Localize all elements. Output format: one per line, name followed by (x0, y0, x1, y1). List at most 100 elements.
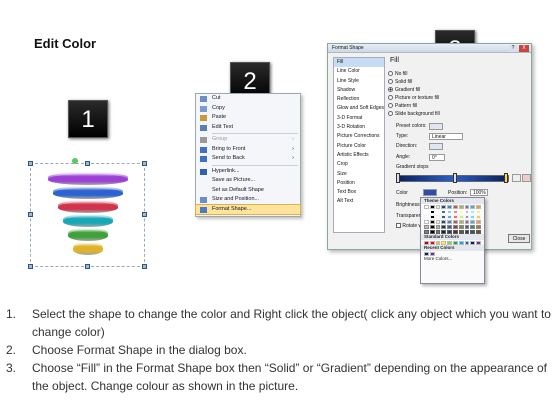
menu-item-group[interactable]: Group › (196, 135, 300, 145)
category-item[interactable]: Fill (334, 58, 384, 68)
funnel-tier[interactable] (52, 186, 123, 199)
color-swatch[interactable] (476, 220, 481, 224)
resize-handle[interactable] (142, 264, 147, 269)
category-item[interactable]: Line Color (334, 67, 384, 76)
color-swatch[interactable] (464, 220, 470, 224)
color-swatch[interactable] (452, 205, 458, 209)
color-swatch[interactable] (429, 225, 435, 229)
menu-item-paste[interactable]: Paste (196, 113, 300, 123)
color-swatch[interactable] (464, 241, 470, 245)
color-swatch[interactable] (429, 230, 435, 234)
radio-button[interactable] (388, 103, 393, 109)
color-swatch[interactable] (435, 205, 441, 209)
fill-option[interactable]: Picture or texture fill (388, 95, 439, 102)
funnel-tier[interactable] (67, 228, 108, 241)
color-swatch[interactable] (458, 241, 464, 245)
color-swatch[interactable] (452, 210, 458, 214)
category-item[interactable]: Picture Color (334, 142, 384, 151)
color-dropdown[interactable] (423, 189, 437, 196)
color-swatch[interactable] (441, 230, 447, 234)
color-swatch[interactable] (452, 215, 458, 219)
radio-button[interactable] (388, 71, 393, 77)
rotate-checkbox[interactable] (396, 223, 401, 229)
category-item[interactable]: Alt Text (334, 197, 384, 206)
color-swatch[interactable] (470, 210, 476, 214)
type-dropdown[interactable]: Linear (429, 133, 463, 140)
color-swatch[interactable] (435, 225, 441, 229)
color-swatch[interactable] (476, 230, 481, 234)
color-swatch[interactable] (464, 225, 470, 229)
fill-option[interactable]: Solid fill (388, 79, 412, 86)
radio-button[interactable] (388, 87, 393, 93)
position-input[interactable]: 100% (470, 189, 488, 196)
color-swatch[interactable] (458, 210, 464, 214)
color-swatch[interactable] (458, 220, 464, 224)
resize-handle[interactable] (28, 212, 33, 217)
color-swatch[interactable] (429, 210, 435, 214)
color-swatch[interactable] (476, 205, 481, 209)
resize-handle[interactable] (142, 161, 147, 166)
menu-item-hyperlink[interactable]: Hyperlink... (196, 167, 300, 177)
color-swatch[interactable] (429, 205, 435, 209)
color-swatch[interactable] (470, 225, 476, 229)
gradient-stop-handle[interactable] (504, 173, 508, 183)
color-swatch[interactable] (441, 225, 447, 229)
category-item[interactable]: Artistic Effects (334, 151, 384, 160)
color-swatch[interactable] (435, 210, 441, 214)
funnel-tier[interactable] (62, 214, 113, 227)
close-button[interactable]: Close (508, 234, 530, 243)
color-swatch[interactable] (424, 220, 429, 224)
color-swatch[interactable] (464, 205, 470, 209)
category-item[interactable]: Text Box (334, 188, 384, 197)
funnel-tier[interactable] (57, 200, 118, 213)
color-swatch[interactable] (464, 215, 470, 219)
radio-button[interactable] (388, 79, 393, 85)
color-swatch[interactable] (424, 210, 429, 214)
color-swatch[interactable] (476, 241, 481, 245)
fill-option[interactable]: Gradient fill (388, 87, 420, 94)
category-item[interactable]: Position (334, 179, 384, 188)
color-swatch[interactable] (424, 225, 429, 229)
color-swatch[interactable] (452, 220, 458, 224)
add-stop-button[interactable] (512, 174, 521, 182)
category-item[interactable]: 3-D Format (334, 114, 384, 123)
radio-button[interactable] (388, 111, 393, 117)
color-swatch[interactable] (447, 220, 452, 224)
gradient-stop-handle[interactable] (396, 173, 400, 183)
color-swatch[interactable] (447, 215, 452, 219)
funnel-tier[interactable] (47, 172, 128, 185)
menu-item-edit-text[interactable]: Edit Text (196, 123, 300, 133)
color-swatch[interactable] (447, 210, 452, 214)
color-swatch[interactable] (447, 205, 452, 209)
color-swatch[interactable] (447, 225, 452, 229)
menu-item-set-as-default-shape[interactable]: Set as Default Shape (196, 186, 300, 196)
color-swatch[interactable] (424, 215, 429, 219)
color-swatch[interactable] (441, 210, 447, 214)
fill-option[interactable]: Slide background fill (388, 111, 440, 118)
category-item[interactable]: 3-D Rotation (334, 123, 384, 132)
resize-handle[interactable] (85, 264, 90, 269)
category-item[interactable]: Reflection (334, 95, 384, 104)
fill-option[interactable]: No fill (388, 71, 408, 78)
remove-stop-button[interactable] (522, 174, 531, 182)
color-swatch[interactable] (452, 230, 458, 234)
color-swatch[interactable] (424, 205, 429, 209)
color-swatch[interactable] (470, 220, 476, 224)
category-item[interactable]: Picture Corrections (334, 132, 384, 141)
direction-dropdown[interactable] (429, 143, 443, 150)
radio-button[interactable] (388, 95, 393, 101)
menu-item-cut[interactable]: Cut (196, 94, 300, 104)
color-swatch[interactable] (435, 230, 441, 234)
color-swatch[interactable] (435, 215, 441, 219)
color-swatch[interactable] (447, 230, 452, 234)
gradient-stop-handle[interactable] (453, 173, 457, 183)
help-button[interactable]: ? (509, 45, 517, 52)
more-colors-link[interactable]: More Colors... (421, 256, 484, 262)
close-icon[interactable]: X (519, 45, 529, 52)
color-swatch[interactable] (435, 220, 441, 224)
fill-option[interactable]: Pattern fill (388, 103, 417, 110)
color-swatch[interactable] (441, 205, 447, 209)
resize-handle[interactable] (28, 161, 33, 166)
menu-item-copy[interactable]: Copy (196, 104, 300, 114)
color-swatch[interactable] (441, 220, 447, 224)
